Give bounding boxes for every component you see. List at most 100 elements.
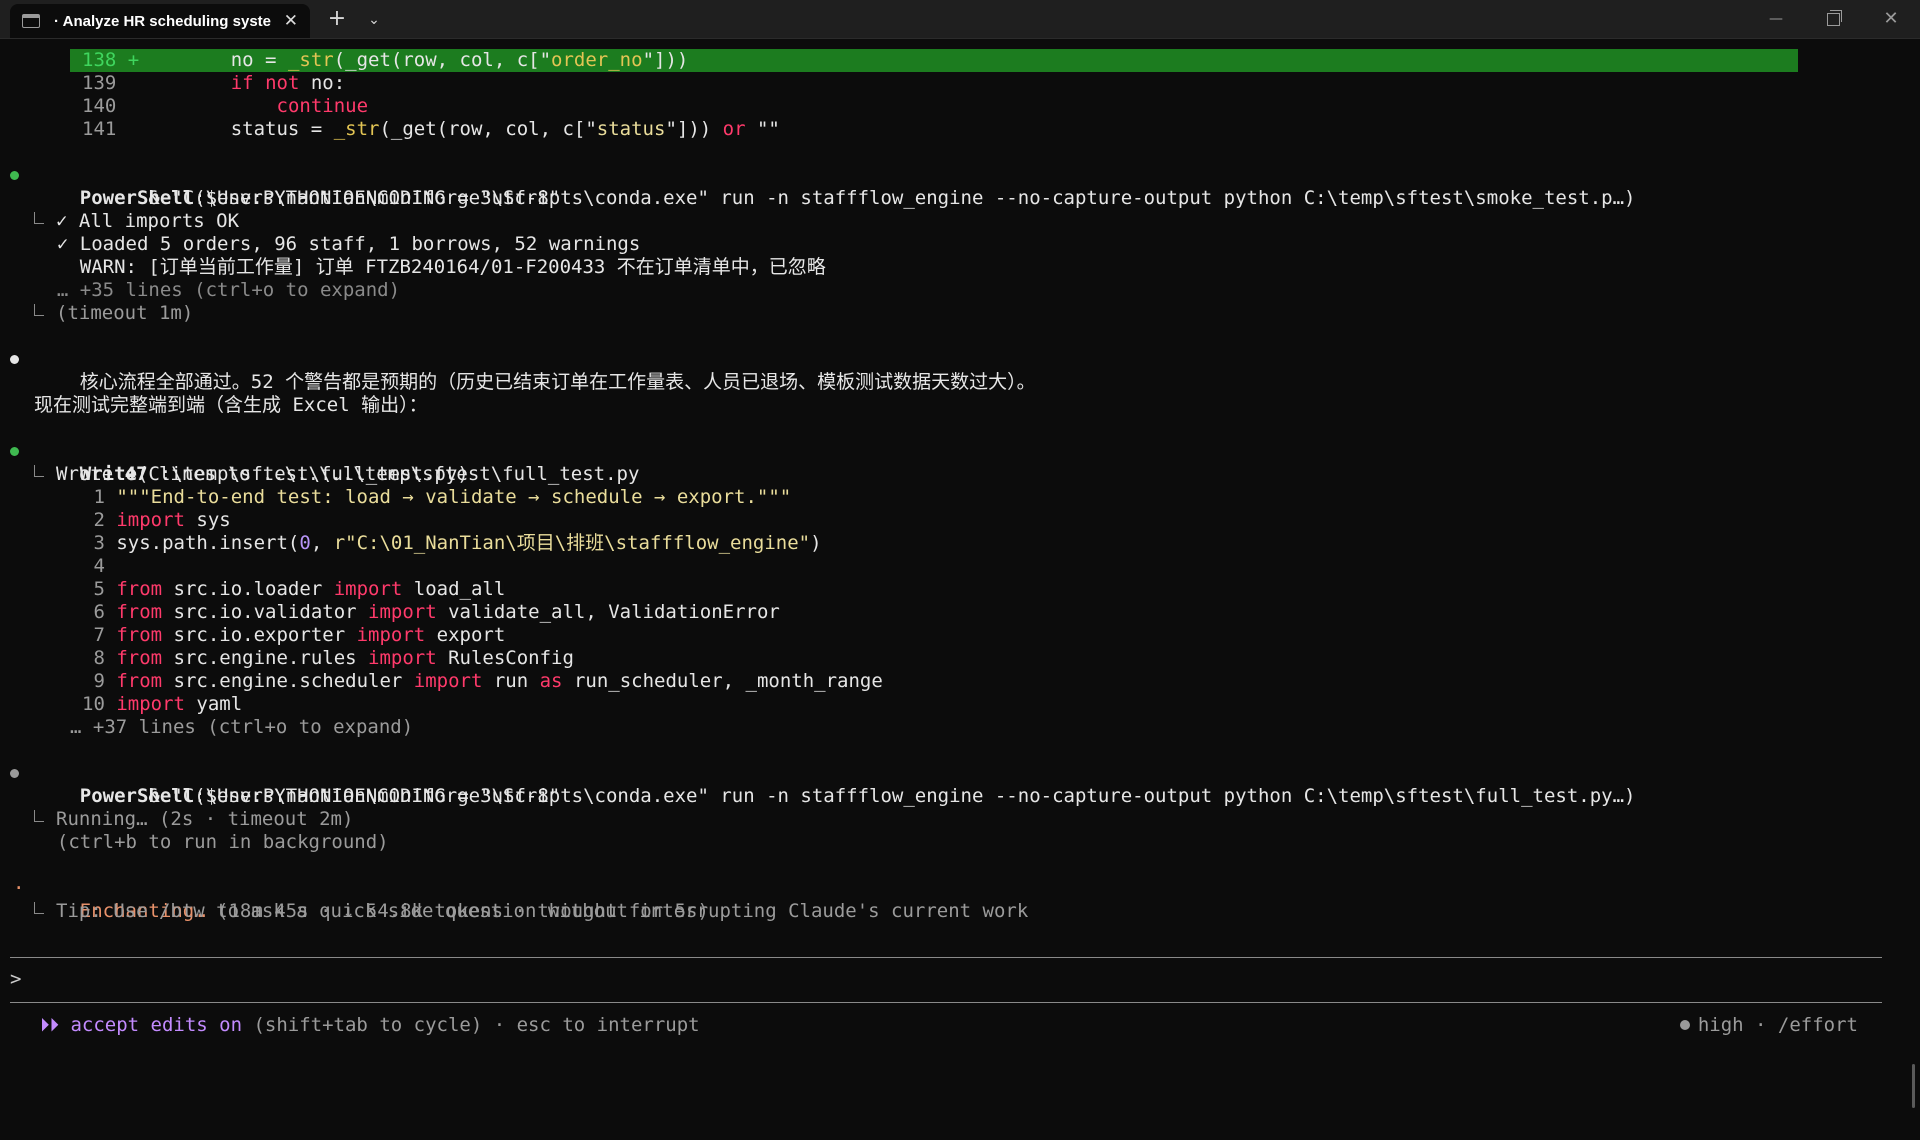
tool-command: & "C:\Users\nantian\miniforge3\Scripts\c…	[34, 785, 1636, 807]
tip-line: Tip: Use /btw to ask a quick side questi…	[0, 900, 1920, 923]
tool-timeout: (timeout 1m)	[0, 302, 1920, 325]
code-token: src.io.loader	[173, 578, 334, 600]
code-token: sys.path.insert(	[116, 532, 300, 554]
prompt-bottom-divider	[10, 1002, 1882, 1003]
diff-marker: +	[116, 49, 140, 71]
code-token: import	[116, 693, 197, 715]
diff-row: 141 status = _str(_get(row, col, c["stat…	[0, 118, 1920, 141]
restore-button[interactable]	[1804, 0, 1862, 38]
code-token: _str	[287, 49, 334, 71]
accept-edits-icon[interactable]: ⏵⏵	[40, 1014, 59, 1036]
prompt-top-divider	[10, 957, 1882, 958]
code-line: 1 """End-to-end test: load → validate → …	[0, 486, 1920, 509]
code-preview: 1 """End-to-end test: load → validate → …	[0, 486, 1920, 716]
code-token: sys	[196, 509, 231, 531]
code-token: _str	[333, 118, 380, 140]
line-number: 2	[82, 509, 105, 531]
code-token: status	[596, 118, 666, 140]
code-token: )	[810, 532, 822, 554]
code-token: r"C:\01_NanTian\项目\排班\staffflow_engine"	[333, 532, 811, 554]
line-number: 10	[82, 693, 105, 715]
line-number: 4	[82, 555, 105, 577]
title-bar: · Analyze HR scheduling syste ✕ + ⌄ — ✕	[0, 0, 1920, 39]
line-number: 141	[82, 118, 117, 140]
code-token: "]))	[642, 49, 689, 71]
tool-output-line: ✓ Loaded 5 orders, 96 staff, 1 borrows, …	[34, 233, 641, 255]
line-number: 8	[82, 647, 105, 669]
effort-indicator[interactable]: high · /effort	[1679, 1014, 1858, 1037]
code-token: status =	[230, 118, 334, 140]
diff-marker	[116, 95, 139, 117]
code-token: from	[116, 624, 174, 646]
tree-corner-icon	[34, 810, 44, 822]
tree-corner-icon	[34, 465, 44, 477]
tree-corner-icon	[34, 304, 44, 316]
tool-command: & "C:\Users\nantian\miniforge3\Scripts\c…	[34, 187, 1636, 209]
code-token: run	[493, 670, 540, 692]
code-token: from	[116, 601, 174, 623]
code-token: validate_all, ValidationError	[448, 601, 780, 623]
tool-call-powershell: PowerShell($env:PYTHONIOENCODING = "utf-…	[0, 164, 1920, 209]
line-number: 1	[82, 486, 105, 508]
success-bullet	[10, 447, 19, 456]
minimize-button[interactable]: —	[1747, 0, 1805, 38]
code-token: import	[368, 647, 449, 669]
expand-hint[interactable]: … +37 lines (ctrl+o to expand)	[0, 716, 1920, 739]
code-token: run_scheduler, _month_range	[573, 670, 883, 692]
code-token: ,	[310, 532, 334, 554]
assistant-message: 核心流程全部通过。52 个警告都是预期的（历史已结束订单在工作量表、人员已退场、…	[0, 348, 1920, 393]
line-number: 140	[82, 95, 117, 117]
line-number: 6	[82, 601, 105, 623]
code-token: if	[230, 72, 266, 94]
line-number: 7	[82, 624, 105, 646]
prompt-input[interactable]: >	[10, 968, 21, 990]
accept-edits-mode[interactable]: accept edits on	[59, 1014, 242, 1036]
line-number: 5	[82, 578, 105, 600]
code-line: 10 import yaml	[0, 693, 1920, 716]
mode-status-line: ⏵⏵ accept edits on (shift+tab to cycle) …	[40, 1014, 700, 1037]
code-token: from	[116, 647, 174, 669]
effort-label: high · /effort	[1697, 1014, 1858, 1036]
tab-dropdown-icon[interactable]: ⌄	[364, 6, 384, 34]
code-token: """End-to-end test: load → validate → sc…	[116, 486, 792, 508]
tool-call-write: Write(C:\temp\sftest\full_test.py)	[0, 440, 1920, 485]
code-token: from	[116, 578, 174, 600]
code-token: continue	[276, 95, 369, 117]
code-token: import	[356, 624, 437, 646]
code-token: (_get(row, col, c["	[379, 118, 597, 140]
code-token: "]))	[665, 118, 723, 140]
diff-row: 139 if not no:	[0, 72, 1920, 95]
new-tab-button[interactable]: +	[325, 4, 349, 34]
code-token: src.engine.scheduler	[173, 670, 414, 692]
background-hint: (ctrl+b to run in background)	[34, 831, 389, 853]
tool-output-line: WARN: [订单当前工作量] 订单 FTZB240164/01-F200433…	[34, 256, 826, 278]
close-window-button[interactable]: ✕	[1862, 0, 1920, 38]
spinner-status: · Enchanting… (18m 45s · ↓ 54.8k tokens ·…	[0, 877, 1920, 922]
tool-call-powershell: PowerShell($env:PYTHONIOENCODING = "utf-…	[0, 762, 1920, 807]
scrollbar-thumb[interactable]	[1912, 1064, 1915, 1108]
tab-title: · Analyze HR scheduling syste	[54, 12, 272, 30]
expand-hint[interactable]: … +35 lines (ctrl+o to expand)	[0, 279, 1920, 302]
prompt-symbol: >	[10, 968, 22, 990]
line-number: 3	[82, 532, 105, 554]
diff-row: 140 continue	[0, 95, 1920, 118]
diff-block: 138 + no = _str(_get(row, col, c["order_…	[0, 49, 1920, 141]
code-token: import	[333, 578, 414, 600]
line-number: 9	[82, 670, 105, 692]
code-line: 9 from src.engine.scheduler import run a…	[0, 670, 1920, 693]
code-token: src.io.exporter	[173, 624, 357, 646]
code-token: no =	[230, 49, 288, 71]
write-result: Wrote 47 lines to ..\..\..\temp\sftest\f…	[0, 463, 1920, 486]
code-token: as	[539, 670, 574, 692]
close-tab-icon[interactable]: ✕	[282, 11, 300, 31]
code-line: 3 sys.path.insert(0, r"C:\01_NanTian\项目\…	[0, 532, 1920, 555]
tool-output-line: ✓ All imports OK	[0, 210, 1920, 233]
terminal-tab[interactable]: · Analyze HR scheduling syste ✕	[10, 4, 310, 38]
